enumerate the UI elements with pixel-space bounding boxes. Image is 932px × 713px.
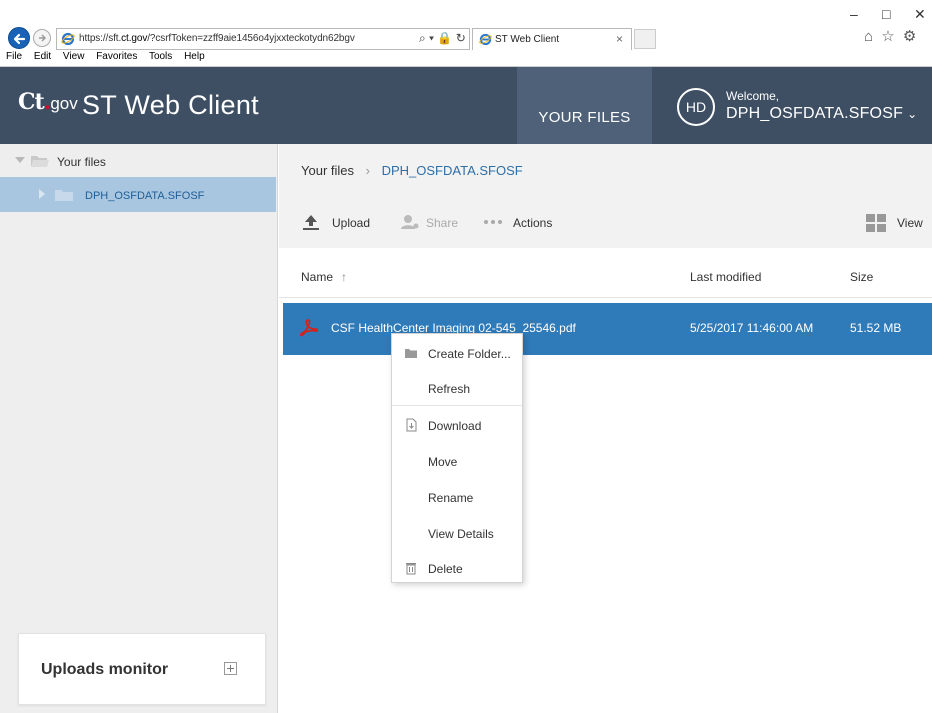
back-arrow-icon	[13, 33, 26, 45]
open-folder-icon	[31, 156, 49, 167]
new-tab-button[interactable]	[634, 29, 656, 49]
welcome-text: Welcome,	[726, 89, 780, 103]
user-menu[interactable]: HD Welcome, DPH_OSFDATA.SFOSF ⌄	[652, 67, 932, 144]
menu-item-label: Download	[428, 419, 482, 433]
main-content: Your files › DPH_OSFDATA.SFOSF Upload Sh…	[279, 144, 932, 713]
sidebar: Your files DPH_OSFDATA.SFOSF Uploads mon…	[0, 144, 278, 713]
menu-item-move[interactable]: Move	[392, 444, 522, 478]
menu-item-label: Create Folder...	[428, 347, 511, 361]
uploads-monitor-title: Uploads monitor	[41, 661, 169, 678]
file-last-modified: 5/25/2017 11:46:00 AM	[690, 321, 814, 335]
table-row[interactable]: CSF HealthCenter Imaging 02-545_25546.pd…	[283, 303, 932, 355]
more-dots-icon	[484, 220, 502, 224]
menu-item-download[interactable]: Download	[392, 408, 522, 442]
window-controls: – □ ✕	[842, 6, 932, 26]
ie-logo-icon	[61, 32, 75, 46]
view-label: View	[897, 216, 923, 230]
browser-chrome: https://sft.ct.gov/?csrfToken=zzff9aie14…	[0, 0, 932, 67]
upload-label: Upload	[332, 216, 371, 230]
share-button[interactable]: Share	[400, 215, 459, 230]
menu-item-label: Delete	[428, 562, 463, 576]
share-user-icon	[401, 215, 419, 229]
url-text: https://sft.ct.gov/?csrfToken=zzff9aie14…	[79, 33, 355, 44]
menu-item-label: Refresh	[428, 382, 471, 396]
minimize-icon[interactable]: –	[850, 6, 858, 22]
breadcrumb-bar: Your files › DPH_OSFDATA.SFOSF	[279, 144, 932, 199]
forward-button[interactable]	[33, 29, 51, 47]
menu-help[interactable]: Help	[184, 51, 205, 62]
url-domain: ct.gov	[121, 33, 148, 44]
browser-tab[interactable]: ST Web Client ×	[472, 28, 632, 50]
menu-item-delete[interactable]: Delete	[392, 551, 522, 585]
actions-label: Actions	[513, 216, 553, 230]
menu-item-refresh[interactable]: Refresh	[392, 371, 522, 405]
column-header-name[interactable]: Name ↑	[301, 270, 347, 284]
menu-view[interactable]: View	[63, 51, 85, 62]
ct-gov-logo[interactable]: Ct.gov	[18, 89, 78, 115]
menu-file[interactable]: File	[6, 51, 22, 62]
app-header: Ct.gov ST Web Client YOUR FILES HD Welco…	[0, 67, 932, 144]
favorites-star-icon[interactable]: ☆	[881, 28, 894, 45]
context-menu: Create Folder... Refresh Download Move R…	[391, 333, 523, 583]
file-size: 51.52 MB	[850, 321, 902, 335]
actions-toolbar: Upload Share Actions View	[279, 199, 932, 248]
column-header-size[interactable]: Size	[850, 270, 873, 284]
tab-close-icon[interactable]: ×	[616, 32, 623, 46]
tab-title: ST Web Client	[495, 34, 560, 45]
ie-tab-icon	[479, 33, 492, 46]
tree-item-dph-osfdata[interactable]: DPH_OSFDATA.SFOSF	[0, 177, 276, 212]
menu-item-view-details[interactable]: View Details	[392, 516, 522, 550]
forward-arrow-icon	[39, 34, 46, 42]
menu-item-rename[interactable]: Rename	[392, 480, 522, 514]
expand-plus-icon[interactable]	[224, 662, 237, 675]
actions-button[interactable]: Actions	[482, 216, 552, 230]
collapse-triangle-icon[interactable]	[39, 189, 45, 199]
menu-item-label: Rename	[428, 491, 474, 505]
maximize-icon[interactable]: □	[882, 6, 890, 22]
folder-icon	[55, 190, 73, 201]
breadcrumb-root[interactable]: Your files	[301, 163, 354, 178]
breadcrumb-current[interactable]: DPH_OSFDATA.SFOSF	[382, 163, 523, 178]
back-button[interactable]	[8, 27, 30, 49]
menu-item-label: View Details	[428, 527, 494, 541]
share-label: Share	[426, 216, 459, 230]
avatar[interactable]: HD	[677, 88, 715, 126]
menu-tools[interactable]: Tools	[149, 51, 172, 62]
uploads-monitor-panel[interactable]: Uploads monitor	[18, 633, 266, 705]
column-header-last-modified[interactable]: Last modified	[690, 270, 761, 284]
settings-gear-icon[interactable]: ⚙	[903, 28, 916, 45]
upload-icon	[303, 215, 319, 230]
browser-toolbar-icons: ⌂ ☆ ⚙	[860, 27, 932, 47]
address-tools[interactable]: ⌕ ▾ 🔒 ↻	[419, 31, 466, 46]
breadcrumb-chevron-icon: ›	[365, 163, 370, 178]
tree-item-your-files[interactable]: Your files	[0, 144, 278, 177]
menu-edit[interactable]: Edit	[34, 51, 51, 62]
pdf-file-icon	[300, 319, 318, 337]
view-button[interactable]: View	[865, 214, 923, 232]
download-icon	[406, 418, 417, 432]
home-icon[interactable]: ⌂	[864, 28, 873, 45]
grid-view-icon	[866, 214, 886, 232]
close-window-icon[interactable]: ✕	[914, 6, 926, 23]
sort-ascending-icon: ↑	[341, 270, 348, 284]
folder-icon	[405, 349, 417, 358]
nav-your-files[interactable]: YOUR FILES	[517, 67, 652, 144]
nav-your-files-label: YOUR FILES	[538, 109, 631, 126]
file-table-header: Name ↑ Last modified Size	[279, 248, 932, 298]
app-title: ST Web Client	[82, 90, 259, 120]
upload-button[interactable]: Upload	[301, 215, 371, 230]
menu-divider	[392, 405, 522, 406]
username-dropdown[interactable]: DPH_OSFDATA.SFOSF ⌄	[726, 105, 917, 123]
menu-favorites[interactable]: Favorites	[96, 51, 137, 62]
menu-item-label: Move	[428, 455, 458, 469]
browser-menubar: File Edit View Favorites Tools Help	[6, 51, 214, 62]
chevron-down-icon: ⌄	[907, 107, 918, 121]
address-bar[interactable]: https://sft.ct.gov/?csrfToken=zzff9aie14…	[56, 28, 470, 50]
tree-item-label: DPH_OSFDATA.SFOSF	[85, 190, 205, 202]
menu-item-create-folder[interactable]: Create Folder...	[392, 336, 522, 370]
tree-item-label: Your files	[57, 155, 106, 169]
trash-icon	[406, 563, 416, 575]
breadcrumb: Your files › DPH_OSFDATA.SFOSF	[301, 163, 523, 178]
expand-triangle-icon[interactable]	[15, 157, 25, 163]
